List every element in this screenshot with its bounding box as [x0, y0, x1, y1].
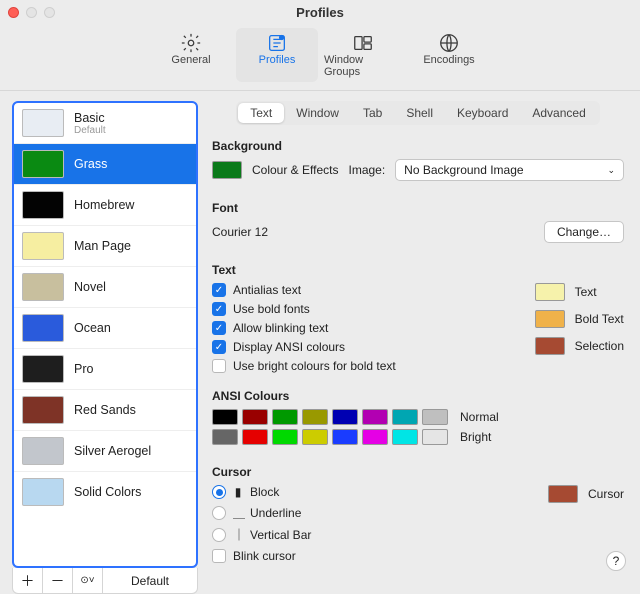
- ansi-color-swatch[interactable]: [362, 409, 388, 425]
- ansi-color-swatch[interactable]: [332, 409, 358, 425]
- tab-text[interactable]: Text: [238, 103, 284, 123]
- profile-thumb: [22, 109, 64, 137]
- window-title: Profiles: [0, 5, 640, 20]
- cursor-swatch-label: Cursor: [588, 487, 624, 501]
- profile-item[interactable]: BasicDefault: [14, 103, 196, 144]
- tab-keyboard[interactable]: Keyboard: [445, 103, 520, 123]
- profile-list[interactable]: BasicDefaultGrassHomebrewMan PageNovelOc…: [12, 101, 198, 568]
- profile-item[interactable]: Red Sands: [14, 390, 196, 431]
- sidebar-footer: ＋ － ⊙˅ Default: [12, 568, 198, 594]
- profiles-sidebar: BasicDefaultGrassHomebrewMan PageNovelOc…: [12, 101, 198, 594]
- text-color-swatch[interactable]: [535, 283, 565, 301]
- profile-item[interactable]: Solid Colors: [14, 472, 196, 512]
- text-option-checkbox[interactable]: ✓: [212, 302, 226, 316]
- profile-item[interactable]: Novel: [14, 267, 196, 308]
- profile-thumb: [22, 191, 64, 219]
- font-section-label: Font: [212, 201, 624, 215]
- background-effects-label: Colour & Effects: [252, 163, 338, 177]
- cursor-section-label: Cursor: [212, 465, 624, 479]
- profile-thumb: [22, 437, 64, 465]
- text-option-checkbox[interactable]: ✓: [212, 321, 226, 335]
- ansi-color-swatch[interactable]: [242, 429, 268, 445]
- profile-thumb: [22, 314, 64, 342]
- text-color-swatch[interactable]: [535, 337, 565, 355]
- background-image-select[interactable]: No Background Image ⌄: [395, 159, 624, 181]
- settings-tabs: TextWindowTabShellKeyboardAdvanced: [236, 101, 600, 125]
- profile-item[interactable]: Homebrew: [14, 185, 196, 226]
- tab-window[interactable]: Window: [284, 103, 351, 123]
- ansi-section-label: ANSI Colours: [212, 389, 624, 403]
- tab-advanced[interactable]: Advanced: [520, 103, 597, 123]
- ansi-color-swatch[interactable]: [422, 409, 448, 425]
- window-zoom-button[interactable]: [44, 7, 55, 18]
- background-section-label: Background: [212, 139, 624, 153]
- profile-item[interactable]: Man Page: [14, 226, 196, 267]
- cursor-color-swatch[interactable]: [548, 485, 578, 503]
- preferences-toolbar: GeneralProfilesWindow GroupsEncodings: [0, 24, 640, 91]
- toolbar-profiles[interactable]: Profiles: [236, 28, 318, 82]
- text-option-checkbox[interactable]: ✓: [212, 283, 226, 297]
- ansi-color-swatch[interactable]: [302, 409, 328, 425]
- profile-item[interactable]: Silver Aerogel: [14, 431, 196, 472]
- text-option-checkbox[interactable]: [212, 359, 226, 373]
- profile-thumb: [22, 232, 64, 260]
- profile-settings-panel: TextWindowTabShellKeyboardAdvanced Backg…: [212, 101, 628, 594]
- profile-item[interactable]: Ocean: [14, 308, 196, 349]
- text-color-swatch[interactable]: [535, 310, 565, 328]
- cursor-shape-radio[interactable]: [212, 506, 226, 520]
- background-color-swatch[interactable]: [212, 161, 242, 179]
- ansi-color-swatch[interactable]: [212, 429, 238, 445]
- toolbar-general[interactable]: General: [150, 28, 232, 82]
- tab-shell[interactable]: Shell: [394, 103, 445, 123]
- chevron-updown-icon: ⌄: [607, 165, 615, 176]
- toolbar-window-groups[interactable]: Window Groups: [322, 28, 404, 82]
- ansi-color-swatch[interactable]: [422, 429, 448, 445]
- blink-cursor-label: Blink cursor: [233, 549, 296, 563]
- text-option-checkbox[interactable]: ✓: [212, 340, 226, 354]
- ansi-color-swatch[interactable]: [272, 409, 298, 425]
- text-section-label: Text: [212, 263, 624, 277]
- change-font-button[interactable]: Change…: [544, 221, 624, 243]
- cursor-shape-radio[interactable]: [212, 485, 226, 499]
- ansi-color-swatch[interactable]: [212, 409, 238, 425]
- background-image-label: Image:: [348, 163, 385, 177]
- profile-thumb: [22, 150, 64, 178]
- toolbar-encodings[interactable]: Encodings: [408, 28, 490, 82]
- profile-item[interactable]: Pro: [14, 349, 196, 390]
- tab-tab[interactable]: Tab: [351, 103, 394, 123]
- profile-thumb: [22, 478, 64, 506]
- cursor-shape-radio[interactable]: [212, 528, 226, 542]
- window-minimize-button[interactable]: [26, 7, 37, 18]
- ansi-color-swatch[interactable]: [302, 429, 328, 445]
- window-close-button[interactable]: [8, 7, 19, 18]
- blink-cursor-checkbox[interactable]: [212, 549, 226, 563]
- profile-thumb: [22, 396, 64, 424]
- ansi-color-swatch[interactable]: [332, 429, 358, 445]
- font-value: Courier 12: [212, 225, 268, 239]
- profile-thumb: [22, 273, 64, 301]
- ansi-color-swatch[interactable]: [392, 429, 418, 445]
- ansi-color-swatch[interactable]: [362, 429, 388, 445]
- ansi-color-swatch[interactable]: [242, 409, 268, 425]
- profile-thumb: [22, 355, 64, 383]
- ansi-color-swatch[interactable]: [392, 409, 418, 425]
- ansi-color-swatch[interactable]: [272, 429, 298, 445]
- profile-item[interactable]: Grass: [14, 144, 196, 185]
- help-button[interactable]: ?: [606, 551, 626, 571]
